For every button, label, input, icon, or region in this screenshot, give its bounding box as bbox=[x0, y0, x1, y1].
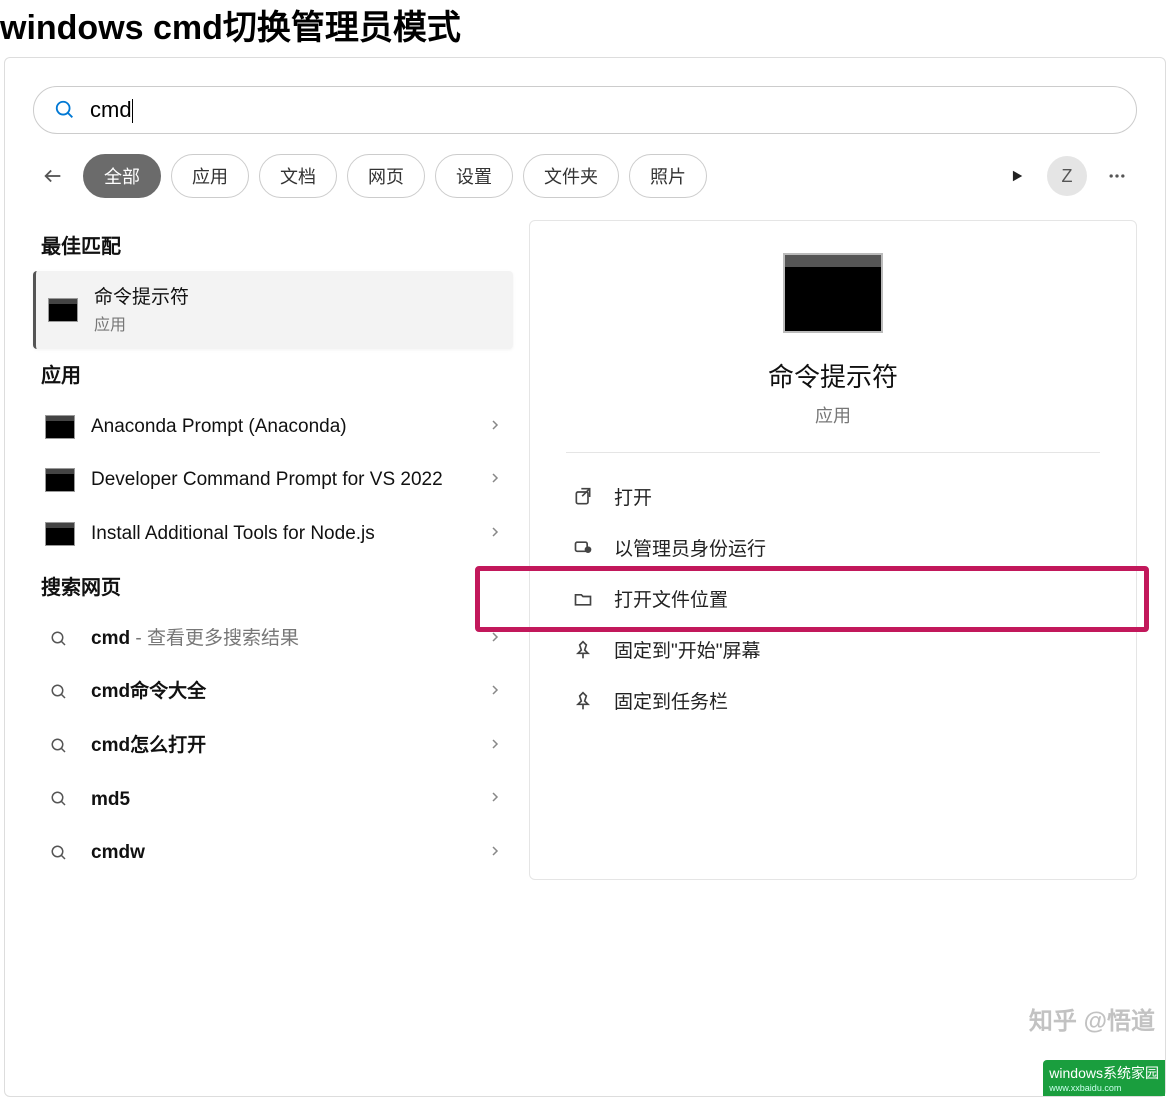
section-best-match: 最佳匹配 bbox=[33, 220, 513, 271]
app-result-item[interactable]: Developer Command Prompt for VS 2022 bbox=[33, 453, 513, 507]
cmd-large-icon bbox=[783, 253, 883, 333]
result-title: 命令提示符 bbox=[94, 285, 501, 311]
action-pin-taskbar[interactable]: 固定到任务栏 bbox=[566, 675, 1100, 726]
action-run-as-admin[interactable]: 以管理员身份运行 bbox=[566, 522, 1100, 573]
search-icon bbox=[49, 843, 69, 863]
action-open[interactable]: 打开 bbox=[566, 471, 1100, 522]
cmd-icon bbox=[45, 468, 75, 492]
detail-title: 命令提示符 bbox=[566, 357, 1100, 394]
page-title: windows cmd切换管理员模式 bbox=[0, 0, 1170, 57]
detail-panel: 命令提示符 应用 打开 以管理员身份运行 打开文件位置 bbox=[529, 220, 1137, 880]
content-row: 最佳匹配 命令提示符 应用 应用 Anaconda Prompt (Anacon… bbox=[33, 220, 1137, 880]
filter-chip-apps[interactable]: 应用 bbox=[171, 154, 249, 198]
play-button[interactable] bbox=[997, 156, 1037, 196]
results-column: 最佳匹配 命令提示符 应用 应用 Anaconda Prompt (Anacon… bbox=[33, 220, 513, 880]
filter-chip-docs[interactable]: 文档 bbox=[259, 154, 337, 198]
action-pin-start[interactable]: 固定到"开始"屏幕 bbox=[566, 624, 1100, 675]
section-web: 搜索网页 bbox=[33, 561, 513, 612]
avatar[interactable]: Z bbox=[1047, 156, 1087, 196]
open-icon bbox=[572, 486, 594, 508]
app-result-item[interactable]: Install Additional Tools for Node.js bbox=[33, 507, 513, 561]
detail-subtitle: 应用 bbox=[566, 402, 1100, 428]
folder-icon bbox=[572, 588, 594, 610]
cmd-icon bbox=[45, 415, 75, 439]
section-apps: 应用 bbox=[33, 349, 513, 400]
pin-icon bbox=[572, 690, 594, 712]
filter-chip-folders[interactable]: 文件夹 bbox=[523, 154, 619, 198]
web-result-item[interactable]: cmd怎么打开 bbox=[33, 719, 513, 773]
web-result-item[interactable]: cmd - 查看更多搜索结果 bbox=[33, 612, 513, 666]
search-icon bbox=[49, 736, 69, 756]
admin-icon bbox=[572, 537, 594, 559]
back-button[interactable] bbox=[33, 156, 73, 196]
app-result-item[interactable]: Anaconda Prompt (Anaconda) bbox=[33, 400, 513, 454]
chevron-right-icon bbox=[489, 737, 501, 755]
pin-icon bbox=[572, 639, 594, 661]
search-icon bbox=[54, 99, 76, 121]
chevron-right-icon bbox=[489, 790, 501, 808]
search-icon bbox=[49, 789, 69, 809]
filter-chip-settings[interactable]: 设置 bbox=[435, 154, 513, 198]
filter-chip-all[interactable]: 全部 bbox=[83, 154, 161, 198]
chevron-right-icon bbox=[489, 630, 501, 648]
best-match-item[interactable]: 命令提示符 应用 bbox=[33, 271, 513, 349]
action-open-location[interactable]: 打开文件位置 bbox=[566, 573, 1100, 624]
chevron-right-icon bbox=[489, 525, 501, 543]
search-icon bbox=[49, 682, 69, 702]
detail-icon-wrap bbox=[566, 253, 1100, 333]
chevron-right-icon bbox=[489, 844, 501, 862]
search-icon bbox=[49, 629, 69, 649]
result-subtitle: 应用 bbox=[94, 311, 501, 335]
cmd-icon bbox=[48, 298, 78, 322]
filter-chip-web[interactable]: 网页 bbox=[347, 154, 425, 198]
search-panel: cmd 全部 应用 文档 网页 设置 文件夹 照片 Z 最佳匹配 命令提示符 应… bbox=[4, 57, 1166, 1097]
chevron-right-icon bbox=[489, 471, 501, 489]
divider bbox=[566, 452, 1100, 453]
web-result-item[interactable]: md5 bbox=[33, 773, 513, 827]
web-result-item[interactable]: cmdw bbox=[33, 826, 513, 880]
more-button[interactable] bbox=[1097, 156, 1137, 196]
search-bar[interactable]: cmd bbox=[33, 86, 1137, 134]
cmd-icon bbox=[45, 522, 75, 546]
filter-row: 全部 应用 文档 网页 设置 文件夹 照片 Z bbox=[33, 154, 1137, 198]
filter-chip-photos[interactable]: 照片 bbox=[629, 154, 707, 198]
watermark-site: windows系统家园 www.xxbaidu.com bbox=[1043, 1060, 1165, 1096]
chevron-right-icon bbox=[489, 418, 501, 436]
search-input[interactable]: cmd bbox=[90, 97, 1116, 123]
chevron-right-icon bbox=[489, 683, 501, 701]
watermark-zhihu: 知乎 @悟道 bbox=[1029, 1001, 1155, 1036]
web-result-item[interactable]: cmd命令大全 bbox=[33, 665, 513, 719]
